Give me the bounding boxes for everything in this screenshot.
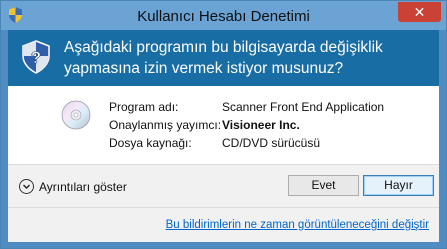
yes-button[interactable]: Evet xyxy=(288,175,359,196)
publisher-value: Visioneer Inc. xyxy=(222,118,300,132)
uac-dialog: Kullanıcı Hesabı Denetimi ✕ ? Aşağıdaki … xyxy=(0,0,447,249)
show-details-link[interactable]: Ayrıntıları göster xyxy=(39,180,127,194)
dialog-footer: Ayrıntıları göster Evet Hayır Bu bildiri… xyxy=(8,164,439,242)
program-details: Program adı: Scanner Front End Applicati… xyxy=(8,86,439,164)
file-origin-label: Dosya kaynağı: xyxy=(109,136,192,150)
title-bar: Kullanıcı Hesabı Denetimi ✕ xyxy=(1,1,446,30)
change-notification-settings-link[interactable]: Bu bildirimlerin ne zaman görüntüleneceğ… xyxy=(166,219,429,231)
footer-divider xyxy=(8,207,439,208)
program-name-label: Program adı: xyxy=(109,100,179,114)
chevron-down-circle-icon[interactable] xyxy=(19,179,34,194)
program-name-value: Scanner Front End Application xyxy=(222,100,385,114)
prompt-message: Aşağıdaki programın bu bilgisayarda deği… xyxy=(64,39,383,77)
question-shield-icon: ? xyxy=(22,40,50,74)
file-origin-value: CD/DVD sürücüsü xyxy=(222,136,321,150)
cd-disc-icon xyxy=(61,100,91,130)
window-title: Kullanıcı Hesabı Denetimi xyxy=(137,8,310,25)
close-button[interactable]: ✕ xyxy=(398,2,441,22)
publisher-label: Onaylanmış yayımcı: xyxy=(109,118,222,132)
svg-text:?: ? xyxy=(31,48,41,67)
prompt-header: ? Aşağıdaki programın bu bilgisayarda de… xyxy=(8,30,439,86)
no-button[interactable]: Hayır xyxy=(363,175,434,196)
